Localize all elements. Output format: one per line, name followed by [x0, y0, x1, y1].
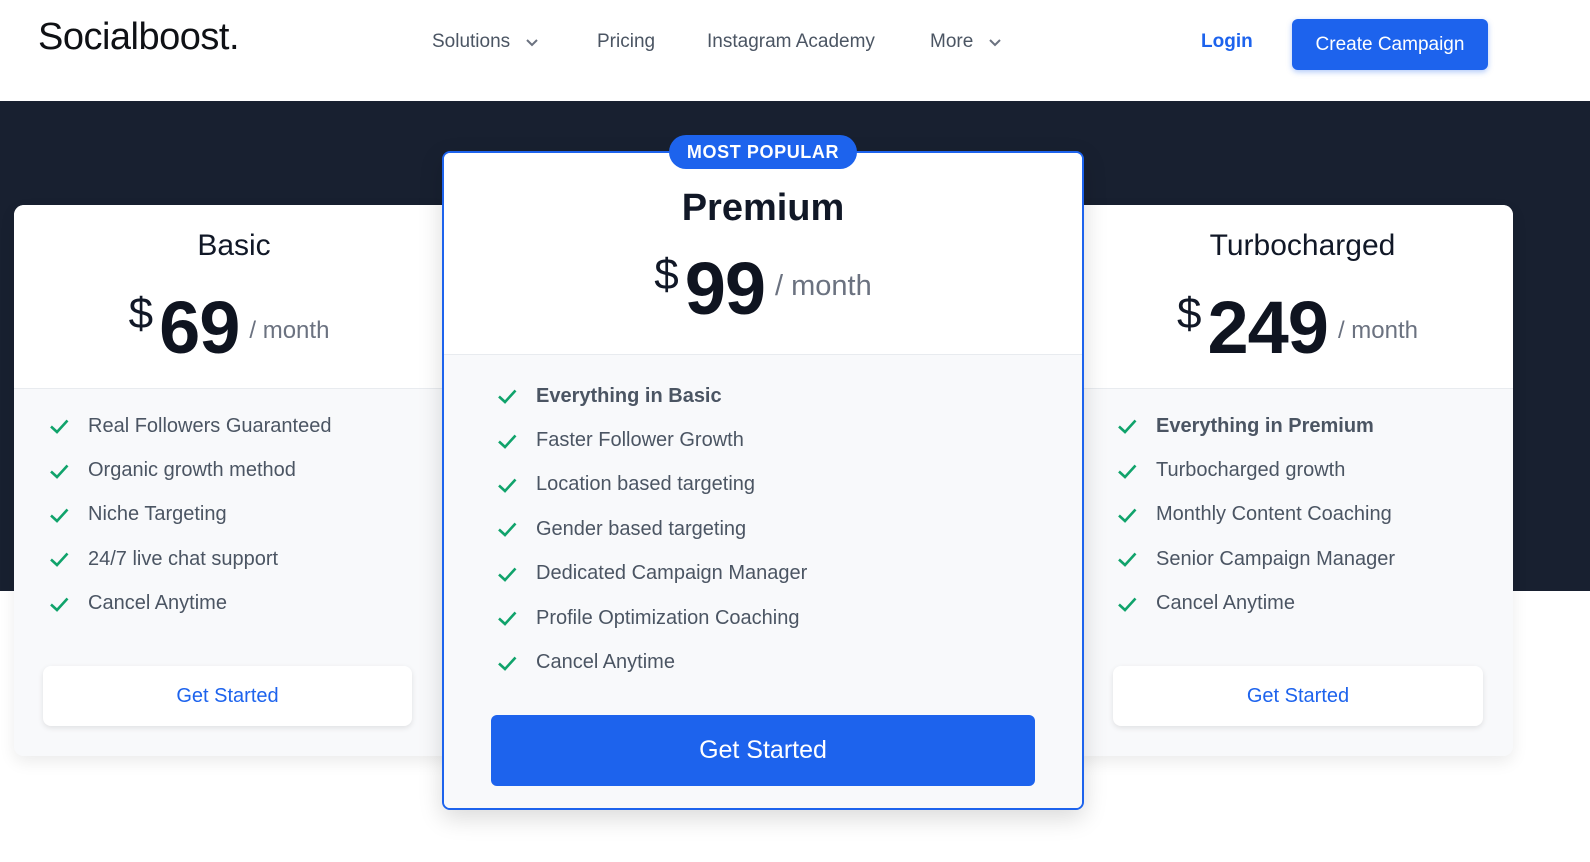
plan-price: $ 69 / month: [14, 285, 454, 365]
plan-name: Basic: [197, 229, 271, 262]
chevron-down-icon: [526, 39, 538, 47]
list-item: Faster Follower Growth: [496, 418, 1082, 462]
check-icon: [50, 552, 69, 568]
check-icon: [50, 464, 69, 479]
feature-list: Everything in Premium Turbocharged growt…: [1116, 404, 1513, 626]
price-amount: 69: [159, 286, 240, 369]
plan-price: $ 99 / month: [444, 250, 1082, 326]
check-icon: [1118, 419, 1137, 435]
plan-price: $ 249 / month: [1082, 285, 1513, 365]
list-item: Cancel Anytime: [496, 640, 1082, 684]
price-period: / month: [775, 269, 872, 302]
check-icon: [498, 389, 517, 405]
list-item: Cancel Anytime: [48, 582, 454, 626]
most-popular-badge: MOST POPULAR: [669, 135, 857, 169]
check-icon: [498, 656, 517, 671]
check-icon: [1118, 552, 1137, 568]
create-campaign-button[interactable]: Create Campaign: [1292, 19, 1488, 70]
socialboost-logo[interactable]: Socialboost.: [38, 16, 240, 59]
get-started-button-premium[interactable]: Get Started: [491, 715, 1035, 786]
get-started-button-turbocharged[interactable]: Get Started: [1113, 666, 1483, 726]
check-icon: [1118, 464, 1137, 479]
check-icon: [50, 597, 69, 612]
login-link[interactable]: Login: [1201, 31, 1253, 53]
feature-list: Real Followers Guaranteed Organic growth…: [48, 404, 454, 626]
check-icon: [498, 611, 517, 626]
price-period: / month: [1337, 317, 1418, 344]
list-item: Turbocharged growth: [1116, 448, 1513, 492]
list-item: 24/7 live chat support: [48, 537, 454, 581]
list-item: Profile Optimization Coaching: [496, 596, 1082, 640]
get-started-button-basic[interactable]: Get Started: [43, 666, 412, 726]
check-icon: [1118, 597, 1137, 612]
nav-more-label: More: [930, 31, 974, 52]
check-icon: [498, 434, 517, 449]
top-navbar: Socialboost. Solutions Pricing Instagram…: [0, 0, 1590, 101]
feature-list: Everything in Basic Faster Follower Grow…: [496, 374, 1082, 685]
check-icon: [498, 478, 517, 493]
currency-symbol: $: [1177, 289, 1202, 338]
list-item: Everything in Premium: [1116, 404, 1513, 448]
list-item: Cancel Anytime: [1116, 582, 1513, 626]
nav-more[interactable]: More: [930, 31, 1003, 53]
check-icon: [50, 419, 69, 435]
plan-card-basic: Basic $ 69 / month Real Followers Guaran…: [14, 205, 454, 756]
check-icon: [498, 567, 517, 582]
price-amount: 99: [684, 247, 766, 330]
list-item: Everything in Basic: [496, 374, 1082, 418]
list-item: Organic growth method: [48, 448, 454, 492]
plan-card-turbocharged: Turbocharged $ 249 / month Everything in…: [1072, 205, 1513, 756]
chevron-down-icon: [989, 39, 1002, 47]
list-item: Location based targeting: [496, 463, 1082, 507]
plan-name: Premium: [681, 187, 845, 229]
price-amount: 249: [1207, 286, 1328, 369]
check-icon: [50, 508, 69, 523]
list-item: Real Followers Guaranteed: [48, 404, 454, 448]
list-item: Niche Targeting: [48, 493, 454, 537]
list-item: Gender based targeting: [496, 507, 1082, 551]
currency-symbol: $: [128, 289, 154, 338]
nav-solutions-label: Solutions: [432, 31, 511, 52]
plan-name: Turbocharged: [1209, 229, 1396, 262]
nav-solutions[interactable]: Solutions: [432, 31, 540, 53]
currency-symbol: $: [654, 250, 679, 299]
list-item: Senior Campaign Manager: [1116, 537, 1513, 581]
nav-pricing[interactable]: Pricing: [597, 31, 655, 53]
list-item: Monthly Content Coaching: [1116, 493, 1513, 537]
check-icon: [498, 522, 517, 538]
price-period: / month: [249, 317, 330, 344]
list-item: Dedicated Campaign Manager: [496, 552, 1082, 596]
plan-card-premium: Premium $ 99 / month Everything in Basic…: [442, 151, 1084, 810]
check-icon: [1118, 508, 1137, 523]
nav-instagram-academy[interactable]: Instagram Academy: [707, 31, 875, 53]
